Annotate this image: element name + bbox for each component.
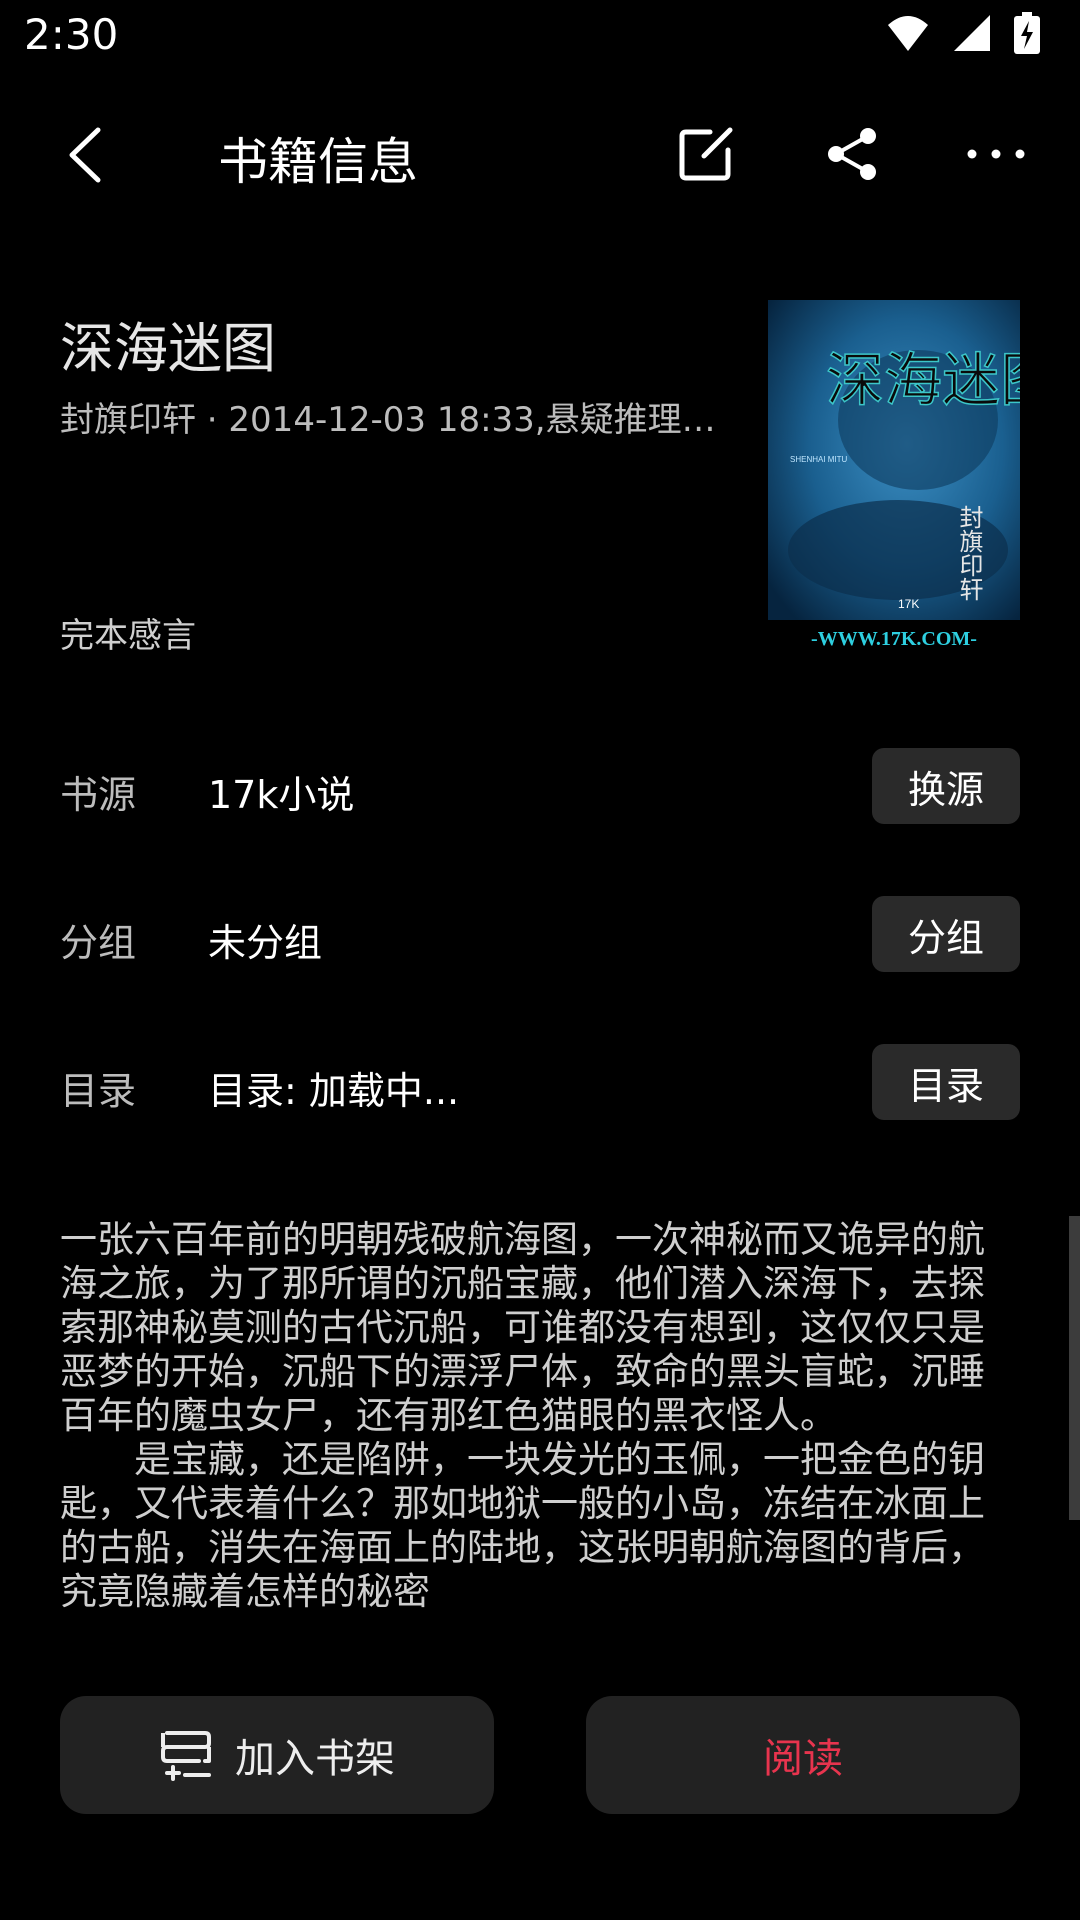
status-time: 2:30	[24, 10, 119, 59]
add-to-shelf-button[interactable]: 加入书架	[60, 1696, 494, 1814]
cover-title-char: 深海迷图	[826, 348, 1020, 413]
cover-pinyin: SHENHAI MITU	[790, 455, 848, 464]
source-value: 17k小说	[208, 773, 355, 817]
share-button[interactable]	[824, 126, 880, 182]
toc-label: 目录	[60, 1069, 137, 1113]
cover-author: 封旗印轩	[955, 505, 983, 601]
edit-button[interactable]	[678, 126, 734, 182]
edit-icon	[679, 127, 733, 181]
group-value: 未分组	[208, 921, 323, 965]
wifi-icon	[888, 16, 928, 51]
change-source-button[interactable]: 换源	[872, 748, 1020, 824]
book-meta: 封旗印轩 · 2014-12-03 18:33,悬疑推理,探险	[60, 400, 720, 440]
shelf-add-icon	[161, 1731, 211, 1781]
latest-chapter[interactable]: 完本感言	[60, 608, 196, 657]
more-icon	[967, 149, 1025, 159]
group-label: 分组	[60, 921, 137, 965]
source-label: 书源	[60, 773, 137, 817]
back-arrow-icon	[69, 127, 101, 183]
signal-icon	[954, 15, 990, 51]
battery-icon	[1014, 12, 1040, 54]
page-title: 书籍信息	[218, 133, 418, 191]
share-icon	[828, 128, 876, 180]
toc-value: 目录: 加载中...	[208, 1069, 460, 1113]
read-button[interactable]: 阅读	[586, 1696, 1020, 1814]
back-button[interactable]	[60, 120, 112, 190]
toc-button[interactable]: 目录	[872, 1044, 1020, 1120]
more-button[interactable]	[966, 126, 1025, 182]
book-intro[interactable]: 一张六百年前的明朝残破航海图，一次神秘而又诡异的航海之旅，为了那所谓的沉船宝藏，…	[60, 1218, 990, 1634]
book-cover[interactable]: 深海迷图 封旗印轩 SHENHAI MITU 17K -WWW.17K.COM-	[768, 300, 1059, 656]
group-button[interactable]: 分组	[872, 896, 1020, 972]
book-title: 深海迷图	[60, 317, 276, 380]
scrollbar-thumb[interactable]	[1069, 1216, 1080, 1520]
cover-publisher: 17K	[898, 597, 919, 611]
add-to-shelf-label: 加入书架	[235, 1736, 395, 1782]
status-icons	[886, 12, 1040, 54]
cover-url: -WWW.17K.COM-	[811, 628, 977, 650]
